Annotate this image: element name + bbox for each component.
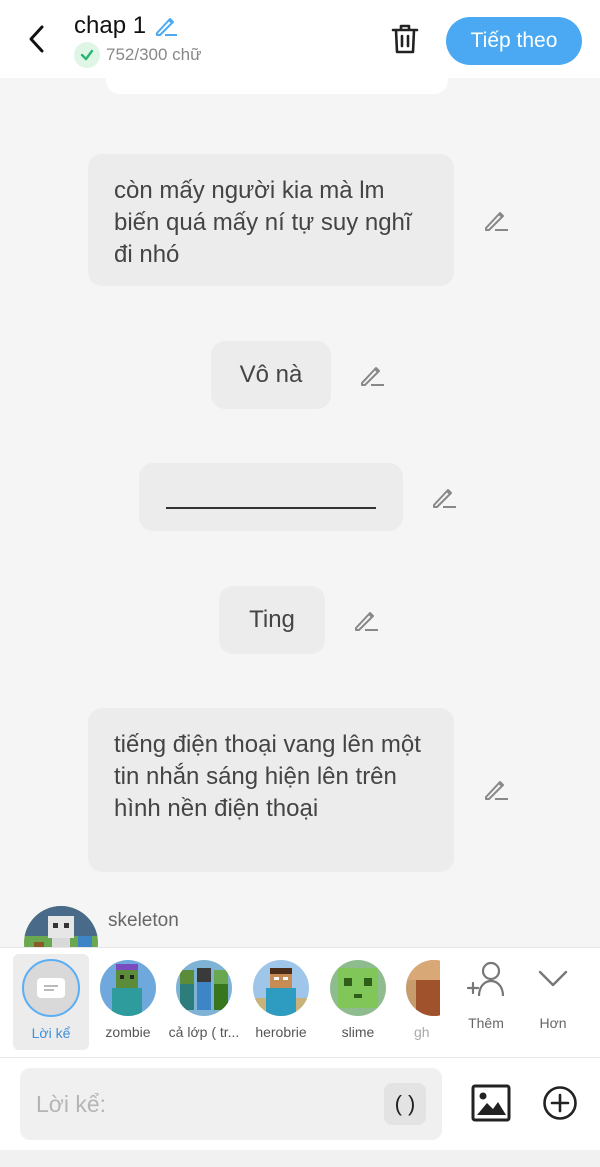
avatar (406, 960, 440, 1016)
add-button[interactable] (540, 1082, 580, 1124)
speaker-name: skeleton (108, 910, 179, 931)
add-character-button[interactable]: Thêm (456, 960, 516, 1031)
narrator-icon (22, 959, 80, 1017)
pencil-icon (485, 781, 508, 800)
message-text: còn mấy người kia mà lm biến quá mấy ní … (114, 177, 412, 268)
message-bubble[interactable] (139, 463, 403, 531)
character-class[interactable]: cả lớp ( tr... (166, 954, 242, 1050)
add-person-icon (466, 961, 505, 997)
avatar (253, 960, 309, 1016)
top-bar: chap 1 752/300 chữ Tiếp theo (0, 0, 600, 78)
chevron-left-icon (29, 25, 44, 53)
edit-message-button[interactable] (481, 774, 511, 804)
herobrine-avatar-icon (253, 960, 309, 1016)
message-text: tiếng điện thoại vang lên một tin nhắn s… (114, 731, 421, 822)
character-label: Lời kể (31, 1025, 71, 1041)
message-bubble[interactable]: còn mấy người kia mà lm biến quá mấy ní … (88, 154, 454, 286)
message-text: Vô nà (239, 361, 303, 388)
message-input-box: ( ) (20, 1068, 442, 1140)
edit-message-button[interactable] (357, 360, 387, 390)
chevron-down-icon (538, 970, 568, 987)
character-label: cả lớp ( tr... (168, 1024, 240, 1040)
message-bubble[interactable]: tiếng điện thoại vang lên một tin nhắn s… (88, 708, 454, 872)
image-icon (471, 1084, 511, 1122)
character-narrator[interactable]: Lời kể (13, 954, 89, 1050)
pencil-icon (433, 489, 456, 508)
zombie-avatar-icon (100, 960, 156, 1016)
character-label: zombie (105, 1024, 151, 1040)
back-button[interactable] (20, 20, 54, 58)
pencil-icon (355, 612, 378, 631)
plus-circle-icon (543, 1086, 577, 1120)
add-character-label: Thêm (468, 1015, 504, 1031)
trash-icon (391, 24, 419, 54)
avatar (100, 960, 156, 1016)
edit-title-button[interactable] (152, 12, 180, 40)
character-selector: Lời kể zombie cả lớp ( tr... herobrie sl… (0, 947, 600, 1057)
character-zombie[interactable]: zombie (90, 954, 166, 1050)
avatar (176, 960, 232, 1016)
delete-button[interactable] (388, 20, 422, 58)
chapter-title: chap 1 (74, 12, 147, 39)
underline-divider (166, 507, 376, 509)
character-label: herobrie (255, 1024, 307, 1040)
check-icon (74, 42, 100, 68)
edit-message-button[interactable] (481, 205, 511, 235)
parentheses-button[interactable]: ( ) (384, 1083, 426, 1125)
character-herobrine[interactable]: herobrie (243, 954, 319, 1050)
more-label: Hơn (539, 1015, 567, 1031)
message-bubble[interactable]: Vô nà (211, 341, 331, 409)
character-partial[interactable]: gh (400, 954, 440, 1050)
character-label: slime (341, 1024, 375, 1040)
word-count: 752/300 chữ (106, 45, 202, 64)
message-bubble[interactable]: Ting (219, 586, 325, 654)
character-avatar-icon (406, 960, 440, 1016)
pencil-icon (361, 367, 384, 386)
group-avatar-icon (176, 960, 232, 1016)
avatar (330, 960, 386, 1016)
more-button[interactable]: Hơn (523, 960, 583, 1031)
character-label: gh (414, 1024, 430, 1040)
chapter-title-block: chap 1 752/300 chữ (74, 12, 202, 68)
character-slime[interactable]: slime (320, 954, 396, 1050)
pencil-icon (485, 212, 508, 231)
next-button[interactable]: Tiếp theo (446, 17, 582, 65)
edit-message-button[interactable] (429, 482, 459, 512)
bottom-strip (0, 1150, 600, 1167)
pencil-icon (156, 18, 178, 36)
message-input[interactable] (36, 1086, 366, 1122)
edit-message-button[interactable] (351, 605, 381, 635)
message-text: Ting (249, 606, 295, 633)
slime-avatar-icon (330, 960, 386, 1016)
insert-image-button[interactable] (470, 1082, 512, 1124)
